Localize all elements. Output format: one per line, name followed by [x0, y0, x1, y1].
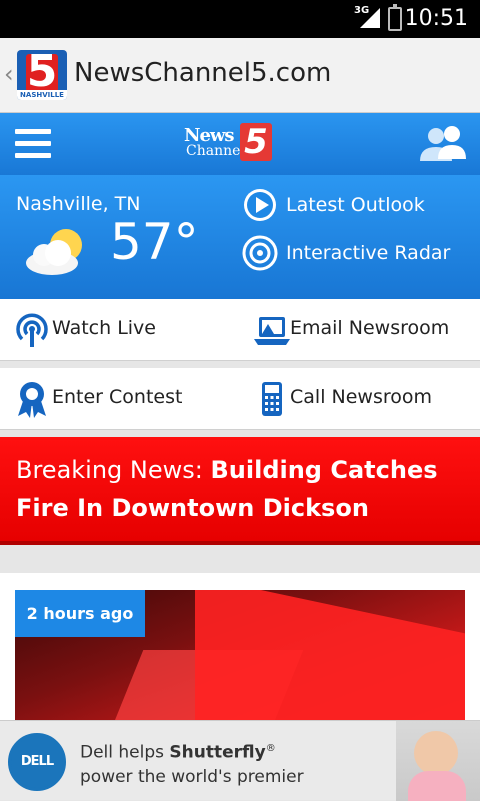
ad-photo — [396, 721, 480, 801]
email-newsroom-button[interactable]: Email Newsroom — [240, 299, 480, 361]
play-icon — [244, 189, 276, 221]
dell-logo: DELL — [8, 733, 66, 791]
radar-icon — [242, 235, 278, 271]
broadcast-icon — [16, 313, 48, 347]
latest-outlook-link[interactable]: Latest Outlook — [242, 187, 462, 223]
call-newsroom-button[interactable]: Call Newsroom — [240, 368, 480, 430]
weather-panel[interactable]: Nashville, TN 57° Latest Outlook Interac… — [0, 175, 480, 299]
quick-links-row-2: Enter Contest Call Newsroom — [0, 368, 480, 430]
breaking-news-banner[interactable]: Breaking News: Building Catches Fire In … — [0, 437, 480, 545]
status-bar: 3G 10:51 — [0, 0, 480, 38]
enter-contest-button[interactable]: Enter Contest — [0, 368, 240, 430]
back-chevron-icon[interactable]: ‹ — [4, 60, 14, 88]
app-title: NewsChannel5.com — [74, 58, 332, 88]
phone-icon — [262, 382, 282, 416]
ad-banner[interactable]: DELL Dell helps Shutterfly® power the wo… — [0, 720, 480, 801]
breaking-label: Breaking News: — [16, 456, 211, 484]
story-age-badge: 2 hours ago — [15, 590, 145, 637]
award-ribbon-icon — [18, 382, 46, 418]
battery-icon — [388, 4, 402, 31]
signal-icon — [360, 8, 380, 28]
quick-links-row-1: Watch Live Email Newsroom — [0, 299, 480, 361]
clock: 10:51 — [404, 6, 468, 31]
users-icon[interactable] — [418, 123, 468, 167]
app-logo[interactable]: 5 NASHVILLE — [17, 50, 67, 100]
interactive-radar-link[interactable]: Interactive Radar — [242, 235, 462, 271]
laptop-icon — [254, 317, 290, 345]
hamburger-menu-icon[interactable] — [15, 129, 51, 159]
site-header: News Channel 5 — [0, 113, 480, 175]
watch-live-button[interactable]: Watch Live — [0, 299, 240, 361]
partly-cloudy-icon — [26, 229, 82, 275]
app-bar: ‹ 5 NASHVILLE NewsChannel5.com — [0, 38, 480, 113]
ad-copy: Dell helps Shutterfly® power the world's… — [80, 742, 304, 787]
station-logo[interactable]: News Channel 5 — [184, 123, 276, 165]
weather-city: Nashville, TN — [16, 193, 141, 215]
temperature: 57° — [110, 213, 199, 271]
